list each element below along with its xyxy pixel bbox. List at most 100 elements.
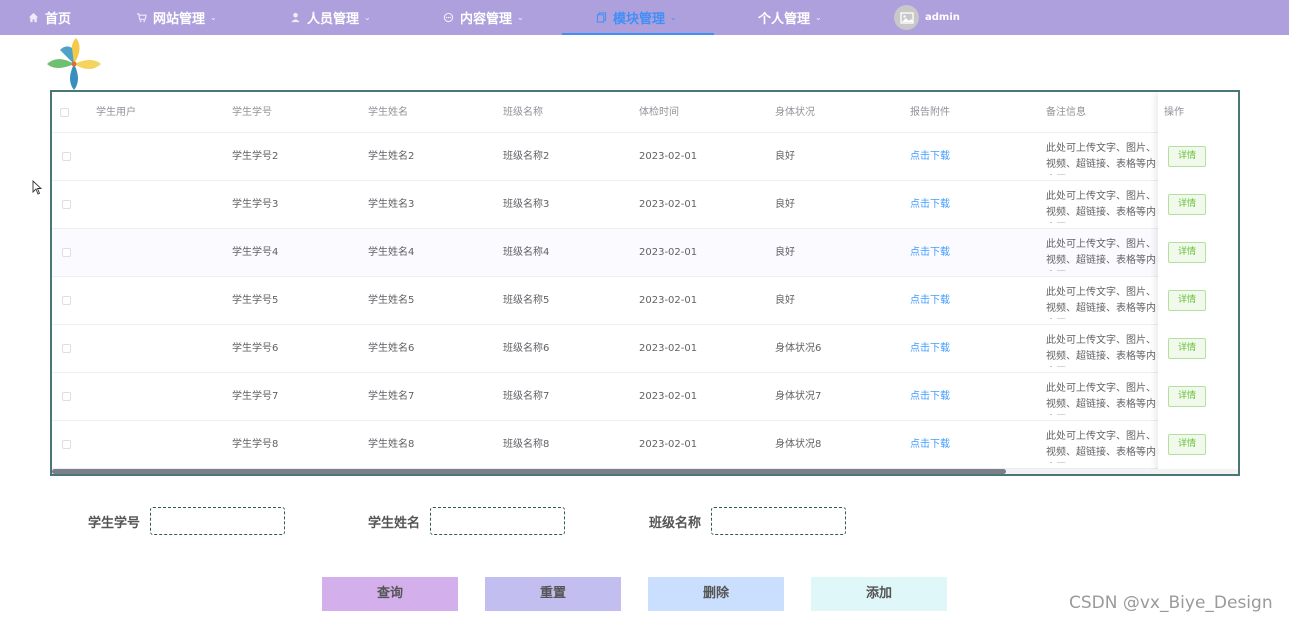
detail-button[interactable]: 详情 [1168,434,1206,455]
cell-health: 良好 [775,199,795,210]
cell-student-id: 学生学号8 [232,439,279,450]
column-header-note: 备注信息 [1046,107,1086,118]
cell-student-id: 学生学号3 [232,199,279,210]
nav-item-label: 内容管理 [460,12,513,27]
cell-health: 身体状况6 [775,343,822,354]
cell-class: 班级名称8 [503,439,550,450]
pinwheel-logo-icon [47,38,101,90]
cell-class: 班级名称4 [503,247,550,258]
user-name[interactable]: admin [925,0,960,35]
student-name-input[interactable] [430,507,565,535]
cell-class: 班级名称5 [503,295,550,306]
cell-student-name: 学生姓名7 [368,391,415,402]
student-name-label: 学生姓名 [368,516,421,531]
copy-icon [596,12,607,23]
cell-student-name: 学生姓名2 [368,151,415,162]
column-header-user: 学生用户 [96,107,136,118]
avatar[interactable] [894,5,919,30]
download-link[interactable]: 点击下载 [910,421,950,469]
chevron-down-icon: ⌄ [815,13,822,22]
cell-health: 良好 [775,295,795,306]
operation-column: 操作 详情 详情 详情 详情 详情 详情 详情 [1158,92,1238,474]
column-header-student-name: 学生姓名 [368,107,408,118]
cell-exam-time: 2023-02-01 [639,151,698,162]
download-link[interactable]: 点击下载 [910,373,950,421]
cart-icon [136,13,147,23]
image-icon [899,11,914,24]
row-checkbox[interactable] [62,152,71,161]
cell-student-id: 学生学号4 [232,247,279,258]
table-row: 学生学号8 学生姓名8 班级名称8 2023-02-01 身体状况8 点击下载 … [52,421,1238,469]
detail-button[interactable]: 详情 [1168,146,1206,167]
row-checkbox[interactable] [62,440,71,449]
home-icon [28,12,39,23]
cell-exam-time: 2023-02-01 [639,199,698,210]
download-link[interactable]: 点击下载 [910,277,950,325]
cell-class: 班级名称7 [503,391,550,402]
cell-health: 良好 [775,247,795,258]
nav-item-label: 首页 [45,12,72,27]
detail-button[interactable]: 详情 [1168,290,1206,311]
nav-item-label: 模块管理 [613,12,666,27]
reset-button[interactable]: 重置 [485,577,621,611]
nav-item-content-management[interactable]: 内容管理 ⌄ [443,0,524,35]
column-header-report: 报告附件 [910,107,950,118]
detail-button[interactable]: 详情 [1168,242,1206,263]
nav-item-label: 个人管理 [758,12,811,27]
detail-button[interactable]: 详情 [1168,338,1206,359]
column-header-health: 身体状况 [775,107,815,118]
chevron-down-icon: ⌄ [210,13,217,22]
download-link[interactable]: 点击下载 [910,325,950,373]
add-button[interactable]: 添加 [811,577,947,611]
class-name-label: 班级名称 [649,516,702,531]
delete-button[interactable]: 删除 [648,577,784,611]
table-header: 学生用户 学生学号 学生姓名 班级名称 体检时间 身体状况 报告附件 备注信息 [52,92,1238,133]
watermark-text: CSDN @vx_Biye_Design [1069,593,1273,613]
user-icon [291,12,300,23]
chevron-down-icon: ⌄ [517,13,524,22]
student-id-input[interactable] [150,507,285,535]
detail-button[interactable]: 详情 [1168,194,1206,215]
nav-item-personal-management[interactable]: 个人管理 ⌄ [758,0,822,35]
row-checkbox[interactable] [62,344,71,353]
row-checkbox[interactable] [62,248,71,257]
cell-exam-time: 2023-02-01 [639,295,698,306]
row-checkbox[interactable] [62,296,71,305]
cell-note: 此处可上传文字、图片、视频、超链接、表格等内容区 [1046,335,1156,362]
class-name-input[interactable] [711,507,846,535]
row-checkbox[interactable] [62,392,71,401]
table-row: 学生学号5 学生姓名5 班级名称5 2023-02-01 良好 点击下载 此处可… [52,277,1238,325]
cell-health: 身体状况7 [775,391,822,402]
chevron-down-icon: ⌄ [364,13,371,22]
cell-note: 此处可上传文字、图片、视频、超链接、表格等内容区 [1046,287,1156,314]
download-link[interactable]: 点击下载 [910,181,950,229]
download-link[interactable]: 点击下载 [910,229,950,277]
nav-item-label: 人员管理 [307,12,360,27]
cell-student-name: 学生姓名5 [368,295,415,306]
active-tab-indicator [562,33,714,35]
nav-item-label: 网站管理 [153,12,206,27]
cell-class: 班级名称2 [503,151,550,162]
nav-item-home[interactable]: 首页 [28,0,71,35]
cell-exam-time: 2023-02-01 [639,391,698,402]
row-checkbox[interactable] [62,200,71,209]
download-link[interactable]: 点击下载 [910,133,950,181]
query-button[interactable]: 查询 [322,577,458,611]
nav-item-module-management[interactable]: 模块管理 ⌄ [596,0,677,35]
horizontal-scrollbar-thumb[interactable] [52,469,1006,474]
select-all-checkbox[interactable] [60,108,69,117]
cell-note: 此处可上传文字、图片、视频、超链接、表格等内容区 [1046,431,1156,458]
column-header-exam-time: 体检时间 [639,107,679,118]
nav-item-site-management[interactable]: 网站管理 ⌄ [136,0,217,35]
cell-student-id: 学生学号6 [232,343,279,354]
table-row: 学生学号2 学生姓名2 班级名称2 2023-02-01 良好 点击下载 此处可… [52,133,1238,181]
cell-student-name: 学生姓名4 [368,247,415,258]
detail-button[interactable]: 详情 [1168,386,1206,407]
mouse-cursor-icon [32,180,42,195]
table-row: 学生学号3 学生姓名3 班级名称3 2023-02-01 良好 点击下载 此处可… [52,181,1238,229]
column-header-operation: 操作 [1164,107,1184,118]
nav-item-staff-management[interactable]: 人员管理 ⌄ [290,0,371,35]
chevron-down-icon: ⌄ [670,13,677,22]
top-navbar: 首页 网站管理 ⌄ 人员管理 ⌄ 内容管理 ⌄ 模块管理 ⌄ 个人管理 ⌄ ad… [0,0,1289,35]
cell-exam-time: 2023-02-01 [639,247,698,258]
